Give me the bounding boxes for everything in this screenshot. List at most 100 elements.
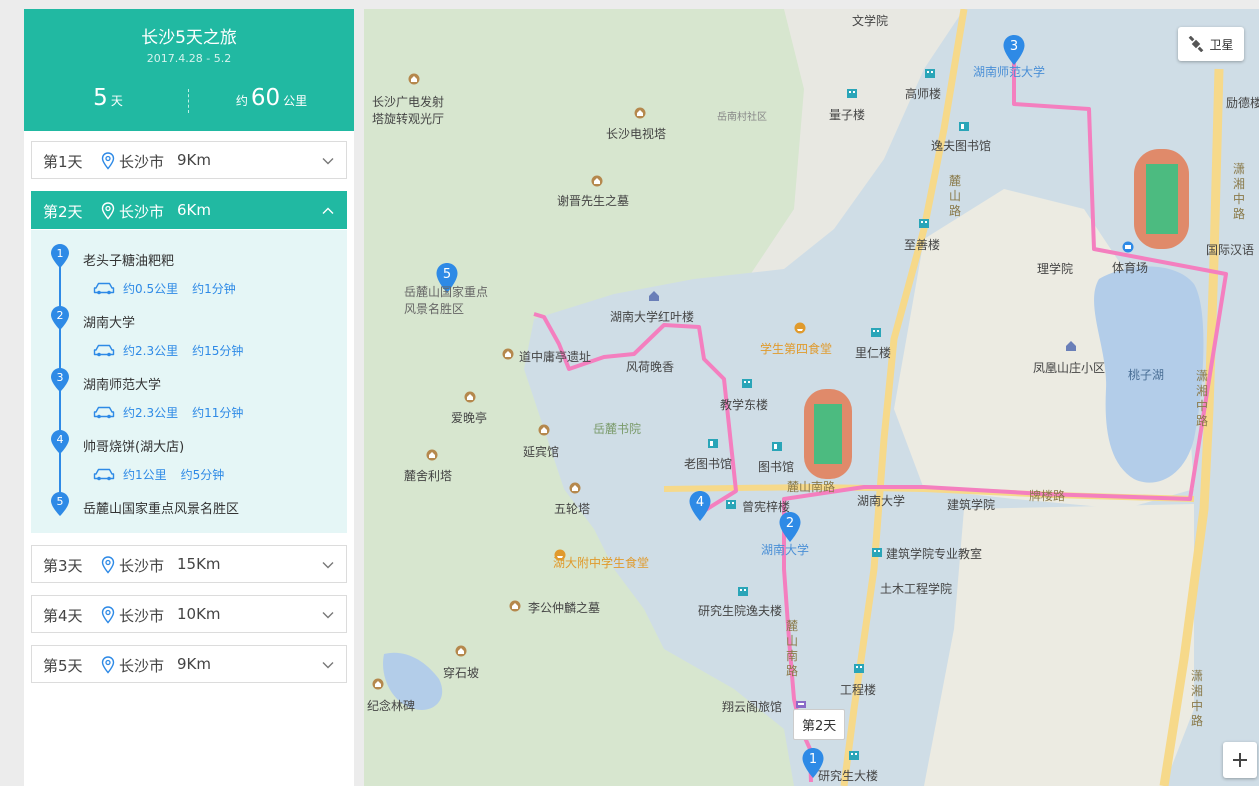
map-label: 麓山路 [948,174,961,218]
location-pin-icon [101,556,115,574]
map-label: 谢晋先生之墓 [557,194,630,208]
svg-text:3: 3 [1010,39,1018,54]
building-icon[interactable] [870,326,882,338]
map-label: 长沙广电发射塔旋转观光厅 [372,95,445,126]
map-label: 量子楼 [829,108,866,122]
scenic-spot-icon[interactable] [569,482,581,494]
day-row-3[interactable]: 第3天 长沙市 15Km [31,545,347,583]
svg-text:2: 2 [57,309,64,322]
map-label: 道中庸亭遗址 [519,350,592,364]
day-row-1[interactable]: 第1天 长沙市 9Km [31,141,347,179]
map-label: 体育场 [1112,261,1149,275]
scenic-spot-icon[interactable] [372,678,384,690]
scenic-spot-icon[interactable] [455,645,467,657]
stop-number-badge[interactable]: 3 [50,367,70,393]
car-icon [93,406,115,419]
leg-distance: 约0.5公里 [123,281,179,296]
stop-name[interactable]: 帅哥烧饼(湖大店) [83,436,184,455]
building-icon[interactable] [853,662,865,674]
day-label: 第3天 [43,557,83,575]
chevron-up-icon [322,207,334,214]
map-label: 麓舍利塔 [404,469,453,483]
day-label: 第2天 [43,203,83,221]
library-icon[interactable] [707,437,719,449]
day-row-4[interactable]: 第4天 长沙市 10Km [31,595,347,633]
map-marker-4[interactable]: 4 [688,490,712,522]
route-leg: 约1公里 约5分钟 [93,465,224,483]
sports-field [1146,164,1178,234]
stop-name[interactable]: 岳麓山国家重点风景名胜区 [83,498,239,517]
scenic-spot-icon[interactable] [538,424,550,436]
stop-name[interactable]: 湖南师范大学 [83,374,161,393]
trip-summary-header: 长沙5天之旅 2017.4.28 - 5.2 5 天 约 60 公里 [24,9,354,131]
map-label: 岳麓山国家重点风景名胜区 [404,285,489,316]
svg-text:5: 5 [57,495,64,508]
svg-text:2: 2 [786,516,794,531]
satellite-label: 卫星 [1209,37,1234,52]
map-label: 岳南村社区 [717,112,767,123]
restaurant-icon[interactable] [554,549,566,561]
trip-dates: 2017.4.28 - 5.2 [146,52,232,65]
svg-text:4: 4 [696,495,704,510]
building-icon[interactable] [848,749,860,761]
map-label: 学生第四食堂 [760,342,833,356]
scenic-spot-icon[interactable] [591,175,603,187]
scenic-spot-icon[interactable] [408,73,420,85]
day-row-2[interactable]: 第2天 长沙市 6Km [31,191,347,229]
leg-distance: 约2.3公里 [123,343,179,358]
zoom-in-button[interactable] [1223,742,1257,778]
satellite-toggle-button[interactable]: 卫星 [1178,27,1244,61]
house-icon[interactable] [1065,340,1077,352]
map-label: 李公仲麟之墓 [528,601,601,615]
scenic-spot-icon[interactable] [509,600,521,612]
day-distance: 15Km [177,555,221,573]
building-icon[interactable] [871,546,883,558]
leg-distance: 约1公里 [123,467,167,482]
stop-number-badge[interactable]: 4 [50,429,70,455]
stop-number-badge[interactable]: 2 [50,305,70,331]
stop-name[interactable]: 湖南大学 [83,312,135,331]
map-marker-3[interactable]: 3 [1002,34,1026,66]
building-icon[interactable] [741,377,753,389]
map-view[interactable]: 1 2 3 4 5 文学院 长沙广电发射塔旋转观光厅 长沙电视塔 岳南村社区 谢… [364,9,1259,786]
building-icon[interactable] [924,67,936,79]
stadium-icon[interactable] [1122,241,1134,253]
stop-name[interactable]: 老头子糖油粑粑 [83,250,174,269]
stop-number-badge[interactable]: 5 [50,491,70,517]
house-icon[interactable] [648,290,660,302]
library-icon[interactable] [771,440,783,452]
car-icon [93,282,115,295]
day-label: 第5天 [43,657,83,675]
library-icon[interactable] [958,120,970,132]
building-icon[interactable] [846,87,858,99]
map-label: 湖大附中学生食堂 [553,556,650,570]
map-marker-2[interactable]: 2 [778,511,802,543]
chevron-down-icon [322,662,334,669]
day-city: 长沙市 [119,153,165,171]
day-distance: 10Km [177,605,221,623]
map-label: 工程楼 [840,683,877,697]
stop-number-badge[interactable]: 1 [50,243,70,269]
building-icon[interactable] [918,217,930,229]
scenic-spot-icon[interactable] [464,391,476,403]
location-pin-icon [101,656,115,674]
scenic-spot-icon[interactable] [502,348,514,360]
scenic-spot-icon[interactable] [426,449,438,461]
car-icon [93,468,115,481]
map-label: 爱晚亭 [451,411,488,425]
route-leg: 约2.3公里 约11分钟 [93,403,243,421]
building-icon[interactable] [737,585,749,597]
svg-text:1: 1 [57,247,64,260]
day-label: 第1天 [43,153,83,171]
trip-distance-value: 60 [250,85,281,111]
map-label: 建筑学院专业教室 [886,547,983,561]
map-label: 牌楼路 [1029,489,1066,503]
scenic-spot-icon[interactable] [634,107,646,119]
route-day-tag: 第2天 [793,709,846,740]
map-label: 潇湘中路 [1195,369,1208,428]
map-label: 逸夫图书馆 [931,139,992,153]
restaurant-icon[interactable] [794,322,806,334]
trip-title: 长沙5天之旅 [141,28,237,48]
building-icon[interactable] [725,498,737,510]
day-row-5[interactable]: 第5天 长沙市 9Km [31,645,347,683]
